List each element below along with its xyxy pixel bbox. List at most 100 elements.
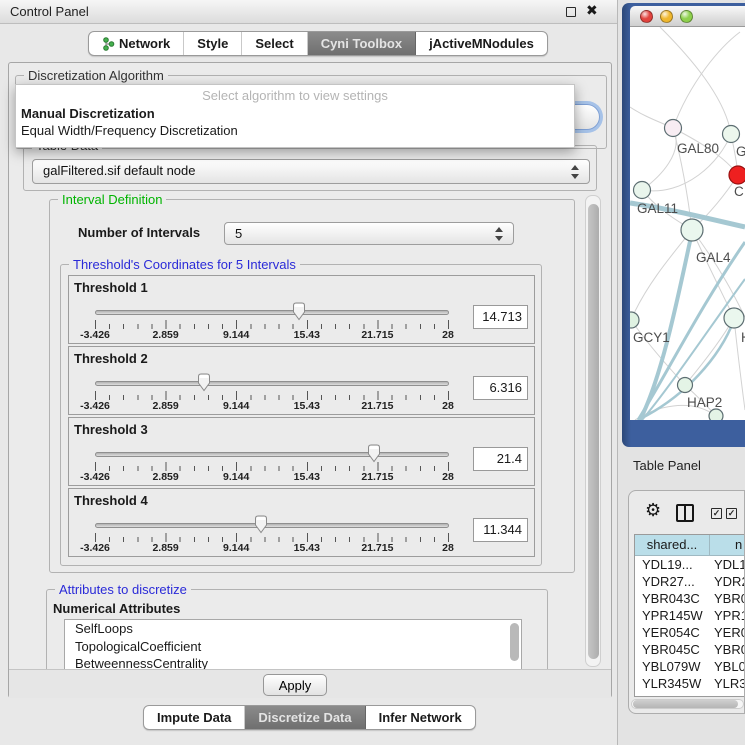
cell-shared-name[interactable]: YLR345W bbox=[635, 675, 710, 692]
tab-jactivemnodules[interactable]: jActiveMNodules bbox=[416, 32, 547, 55]
network-node[interactable] bbox=[709, 409, 723, 420]
tab-discretize-data[interactable]: Discretize Data bbox=[245, 706, 365, 729]
node-data-table[interactable]: shared... n YDL19...YDL1YDR27...YDR2YBR0… bbox=[634, 534, 745, 697]
float-window-icon[interactable] bbox=[566, 7, 576, 17]
network-node-gcy1[interactable] bbox=[630, 312, 639, 328]
bottom-tab-bar: Impute Data Discretize DataInfer Network bbox=[143, 705, 476, 730]
attribute-item[interactable]: BetweennessCentrality bbox=[65, 655, 521, 669]
cyni-toolbox-panel: Discretization Algorithm Table Data galF… bbox=[8, 62, 612, 698]
attribute-item[interactable]: SelfLoops bbox=[65, 620, 521, 638]
network-node-gal4[interactable] bbox=[681, 219, 703, 241]
cell-shared-name[interactable]: YPR145W bbox=[635, 607, 710, 624]
cell-name[interactable]: YDR2 bbox=[710, 573, 745, 590]
minimize-traffic-light[interactable] bbox=[660, 10, 673, 23]
tick-label: -3.426 bbox=[68, 542, 122, 554]
table-row[interactable]: YPR145WYPR1 bbox=[635, 607, 745, 624]
network-node-c[interactable] bbox=[729, 166, 745, 184]
popup-placeholder: Select algorithm to view settings bbox=[16, 88, 574, 103]
cell-shared-name[interactable]: YBR043C bbox=[635, 590, 710, 607]
tick-label: 9.144 bbox=[209, 542, 263, 554]
cell-name[interactable]: YBR0 bbox=[710, 641, 745, 658]
cell-name[interactable]: YER0 bbox=[710, 624, 745, 641]
table-hscrollbar[interactable] bbox=[631, 699, 744, 709]
column-header-name[interactable]: n bbox=[710, 535, 745, 555]
network-canvas[interactable]: GAL80GACGAL11GAL4GCY1HHAP2 bbox=[630, 27, 745, 420]
checkbox-icon[interactable]: ✓ bbox=[711, 508, 722, 519]
slider-track[interactable] bbox=[95, 381, 449, 386]
cell-name[interactable]: YLR3 bbox=[710, 675, 745, 692]
slider-handle[interactable] bbox=[253, 515, 269, 534]
table-row[interactable]: YER054CYER0 bbox=[635, 624, 745, 641]
table-row[interactable]: YBR043CYBR0 bbox=[635, 590, 745, 607]
attributes-group: Attributes to discretize Numerical Attri… bbox=[46, 589, 548, 669]
cell-name[interactable]: YBR0 bbox=[710, 590, 745, 607]
network-edge bbox=[673, 32, 740, 128]
slider-track[interactable] bbox=[95, 452, 449, 457]
table-row[interactable]: YIL052CYIL0 bbox=[635, 692, 745, 697]
tick-label: 21.715 bbox=[350, 471, 404, 483]
threshold-value-field[interactable]: 11.344 bbox=[473, 518, 528, 542]
threshold-value-field[interactable]: 14.713 bbox=[473, 305, 528, 329]
apply-button[interactable]: Apply bbox=[263, 674, 327, 696]
node-label: GA bbox=[736, 144, 745, 159]
slider-handle[interactable] bbox=[196, 373, 212, 392]
threshold-value-field[interactable]: 21.4 bbox=[473, 447, 528, 471]
threshold-value-field[interactable]: 6.316 bbox=[473, 376, 528, 400]
node-label: HAP2 bbox=[687, 395, 722, 410]
tab-impute-data[interactable]: Impute Data bbox=[144, 706, 245, 729]
table-row[interactable]: YBR045CYBR0 bbox=[635, 641, 745, 658]
tab-infer-network[interactable]: Infer Network bbox=[366, 706, 475, 729]
cell-shared-name[interactable]: YBR045C bbox=[635, 641, 710, 658]
num-intervals-combobox[interactable]: 5 bbox=[224, 222, 514, 245]
tick-label: 9.144 bbox=[209, 400, 263, 412]
spinner-arrows-icon[interactable] bbox=[571, 165, 580, 179]
table-hscrollbar-thumb[interactable] bbox=[633, 700, 738, 708]
cell-name[interactable]: YIL0 bbox=[710, 692, 745, 697]
table-row[interactable]: YDL19...YDL1 bbox=[635, 556, 745, 573]
network-node-gal11[interactable] bbox=[634, 182, 651, 199]
popup-item-manual[interactable]: Manual Discretization bbox=[21, 106, 155, 121]
close-icon[interactable]: ✖ bbox=[586, 3, 598, 19]
table-data-combobox[interactable]: galFiltered.sif default node bbox=[32, 159, 590, 184]
table-row[interactable]: YBL079WYBL0 bbox=[635, 658, 745, 675]
cell-shared-name[interactable]: YIL052C bbox=[635, 692, 710, 697]
cell-shared-name[interactable]: YER054C bbox=[635, 624, 710, 641]
cell-name[interactable]: YDL1 bbox=[710, 556, 745, 573]
zoom-traffic-light[interactable] bbox=[680, 10, 693, 23]
table-row[interactable]: YDR27...YDR2 bbox=[635, 573, 745, 590]
popup-item-equal-width[interactable]: Equal Width/Frequency Discretization bbox=[21, 123, 238, 138]
column-header-shared[interactable]: shared... bbox=[635, 535, 710, 555]
tab-label: Style bbox=[197, 36, 228, 51]
network-node-ga[interactable] bbox=[723, 126, 740, 143]
cell-shared-name[interactable]: YDR27... bbox=[635, 573, 710, 590]
slider-handle[interactable] bbox=[366, 444, 382, 463]
tab-cyni-toolbox[interactable]: Cyni Toolbox bbox=[308, 32, 416, 55]
tab-label: jActiveMNodules bbox=[429, 36, 534, 51]
gear-icon[interactable]: ⚙ bbox=[645, 500, 661, 521]
panel-scrollbar-thumb[interactable] bbox=[588, 204, 599, 659]
network-node-h[interactable] bbox=[724, 308, 744, 328]
split-view-icon[interactable] bbox=[676, 504, 694, 522]
attributes-listbox[interactable]: SelfLoopsTopologicalCoefficientBetweenne… bbox=[64, 619, 522, 669]
slider-handle[interactable] bbox=[291, 302, 307, 321]
list-scrollbar-thumb[interactable] bbox=[510, 623, 519, 661]
cell-name[interactable]: YPR1 bbox=[710, 607, 745, 624]
tab-style[interactable]: Style bbox=[184, 32, 242, 55]
attribute-item[interactable]: TopologicalCoefficient bbox=[65, 638, 521, 656]
tab-select[interactable]: Select bbox=[242, 32, 307, 55]
cell-name[interactable]: YBL0 bbox=[710, 658, 745, 675]
tab-network[interactable]: Network bbox=[89, 32, 184, 55]
network-node-gal80[interactable] bbox=[665, 120, 682, 137]
tab-label: Impute Data bbox=[157, 710, 231, 725]
panel-scrollbar-track[interactable] bbox=[585, 195, 601, 667]
cell-shared-name[interactable]: YBL079W bbox=[635, 658, 710, 675]
slider-track[interactable] bbox=[95, 523, 449, 528]
table-row[interactable]: YLR345WYLR3 bbox=[635, 675, 745, 692]
cell-shared-name[interactable]: YDL19... bbox=[635, 556, 710, 573]
close-traffic-light[interactable] bbox=[640, 10, 653, 23]
network-window-titlebar bbox=[630, 6, 745, 27]
slider-track[interactable] bbox=[95, 310, 449, 315]
checkbox-icon[interactable]: ✓ bbox=[726, 508, 737, 519]
spinner-arrows-icon[interactable] bbox=[495, 227, 504, 241]
network-node-hap2[interactable] bbox=[678, 378, 693, 393]
